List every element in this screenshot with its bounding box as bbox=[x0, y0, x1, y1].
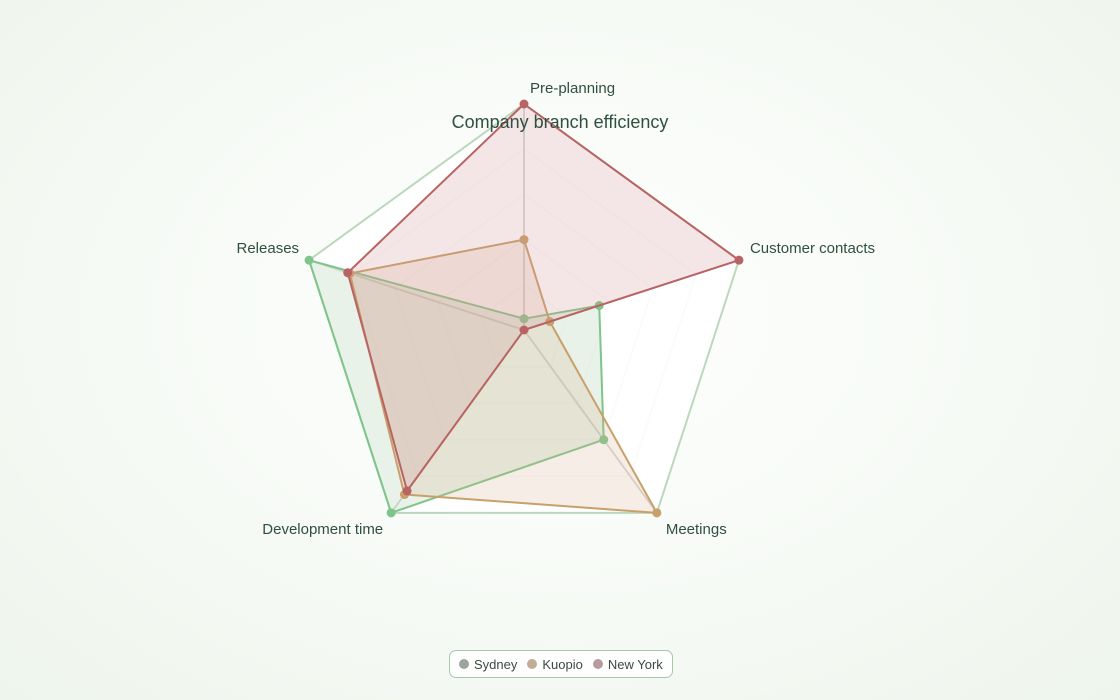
legend-swatch-icon bbox=[592, 659, 603, 669]
legend-item[interactable]: New York bbox=[592, 656, 663, 672]
data-point[interactable] bbox=[652, 508, 662, 518]
legend-label: Sydney bbox=[474, 656, 518, 672]
legend-item[interactable]: Kuopio bbox=[527, 656, 583, 672]
axis-label: Pre-planning bbox=[530, 80, 615, 97]
radar-chart: Pre-planning Customer contacts Meetings Dev… bbox=[0, 0, 1120, 700]
legend-item[interactable]: Sydney bbox=[459, 657, 517, 672]
data-point[interactable] bbox=[402, 486, 412, 496]
data-point[interactable] bbox=[734, 255, 744, 265]
data-point[interactable] bbox=[519, 99, 529, 109]
axis-label: Development time bbox=[262, 521, 383, 538]
data-point[interactable] bbox=[386, 508, 396, 518]
data-point[interactable] bbox=[519, 325, 529, 335]
axis-label: Meetings bbox=[666, 521, 727, 538]
data-point[interactable] bbox=[304, 255, 314, 265]
axis-label: Customer contacts bbox=[750, 240, 875, 257]
legend-label: Kuopio bbox=[542, 656, 583, 672]
chart-legend: Sydney Kuopio New York bbox=[449, 650, 673, 678]
legend-swatch-icon bbox=[527, 659, 538, 669]
legend-label: New York bbox=[607, 656, 663, 672]
chart-title: Company branch efficiency bbox=[452, 112, 669, 132]
data-point[interactable] bbox=[343, 268, 353, 278]
radar-plot: Pre-planning Customer contacts Meetings Dev… bbox=[237, 80, 875, 538]
legend-swatch-icon bbox=[459, 659, 469, 669]
axis-label: Releases bbox=[237, 240, 300, 257]
